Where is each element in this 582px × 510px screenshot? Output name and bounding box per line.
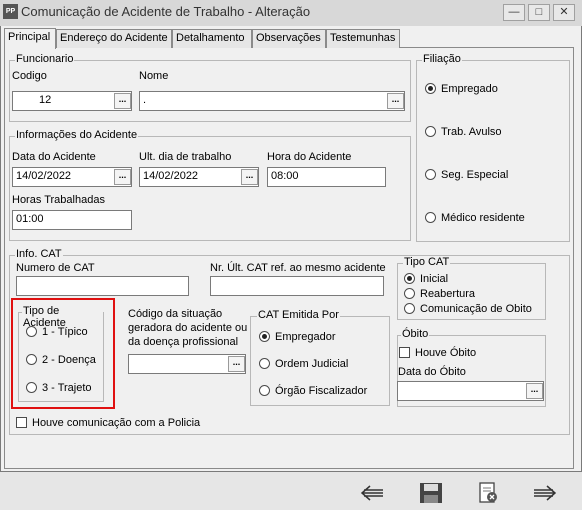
acidente-group-label: Informações do Acidente [15,129,139,141]
tipo-cat-reabertura-radio[interactable] [404,288,415,299]
tipo-acidente-doenca-label: 2 - Doença [42,354,96,366]
policia-label: Houve comunicação com a Policia [32,417,201,429]
hora-acidente-input[interactable]: 08:00 [267,167,386,187]
previous-arrow-icon[interactable] [358,482,386,504]
ult-dia-picker-button[interactable]: ... [241,169,258,185]
filiacao-group-label: Filiação [422,53,462,65]
tipo-acidente-tipico-label: 1 - Típico [42,326,88,338]
ult-dia-label: Ult. dia de trabalho [139,151,232,163]
codigo-situacao-label-1: Código da situação [128,308,223,320]
codigo-lookup-button[interactable]: ... [114,93,131,109]
tab-detalhamento[interactable]: Detalhamento [172,29,252,48]
tab-principal[interactable]: Principal [4,28,56,49]
nome-label: Nome [139,70,169,82]
numero-cat-input[interactable] [16,276,189,296]
codigo-situacao-label-2: geradora do acidente ou [128,322,248,334]
data-acidente-picker-button[interactable]: ... [114,169,131,185]
tipo-acidente-doenca-radio[interactable] [26,354,37,365]
filiacao-medico-residente-label: Médico residente [441,212,525,224]
tab-testemunhas[interactable]: Testemunhas [326,29,400,48]
houve-obito-checkbox[interactable] [399,347,410,358]
hora-acidente-label: Hora do Acidente [267,151,352,163]
filiacao-trab-avulso-label: Trab. Avulso [441,126,502,138]
filiacao-empregado-label: Empregado [441,83,498,95]
emitida-empregador-radio[interactable] [259,331,270,342]
codigo-situacao-lookup-button[interactable]: ... [228,356,245,372]
app-icon: PP [3,4,18,19]
next-arrow-icon[interactable] [531,482,559,504]
codigo-situacao-label-3: da doença profissional [128,336,239,348]
info-cat-group-label: Info. CAT [15,248,63,260]
filiacao-empregado-radio[interactable] [425,83,436,94]
tipo-acidente-trajeto-radio[interactable] [26,382,37,393]
funcionario-group-label: Funcionario [15,53,75,65]
data-acidente-label: Data do Acidente [12,151,96,163]
emitida-empregador-label: Empregador [275,331,336,343]
filiacao-trab-avulso-radio[interactable] [425,126,436,137]
nome-lookup-button[interactable]: ... [387,93,404,109]
minimize-button[interactable]: — [503,4,525,21]
nr-ult-cat-label: Nr. Últ. CAT ref. ao mesmo acidente [210,262,386,274]
filiacao-medico-residente-radio[interactable] [425,212,436,223]
filiacao-seg-especial-label: Seg. Especial [441,169,509,181]
tab-endereco-acidente[interactable]: Endereço do Acidente [56,29,172,48]
obito-group-label: Óbito [401,328,430,340]
policia-checkbox[interactable] [16,417,27,428]
tab-observacoes[interactable]: Observações [252,29,326,48]
emitida-ordem-judicial-label: Ordem Judicial [275,358,349,370]
nr-ult-cat-input[interactable] [210,276,384,296]
houve-obito-label: Houve Óbito [415,347,477,359]
tipo-cat-obito-label: Comunicação de Obito [420,303,532,315]
tipo-cat-inicial-radio[interactable] [404,273,415,284]
numero-cat-label: Numero de CAT [16,262,95,274]
tipo-cat-reabertura-label: Reabertura [420,288,476,300]
codigo-label: Codigo [12,70,47,82]
close-button[interactable]: ✕ [553,4,575,21]
data-obito-label: Data do Óbito [398,366,466,378]
horas-trabalhadas-label: Horas Trabalhadas [12,194,105,206]
tipo-acidente-trajeto-label: 3 - Trajeto [42,382,92,394]
tipo-cat-group-label: Tipo CAT [403,256,451,268]
cancel-document-icon[interactable] [474,482,502,504]
tipo-cat-inicial-label: Inicial [420,273,449,285]
save-icon[interactable] [417,482,445,504]
window-title: Comunicação de Acidente de Trabalho - Al… [21,4,311,19]
nome-input[interactable]: . [139,91,405,111]
emitida-ordem-judicial-radio[interactable] [259,358,270,369]
maximize-button[interactable]: □ [528,4,550,21]
tipo-acidente-tipico-radio[interactable] [26,326,37,337]
data-obito-picker-button[interactable]: ... [526,383,543,399]
emitida-orgao-fiscalizador-label: Órgão Fiscalizador [275,385,368,397]
data-obito-input[interactable] [397,381,544,401]
horas-trabalhadas-input[interactable]: 01:00 [12,210,132,230]
cat-emitida-group-label: CAT Emitida Por [257,309,340,321]
emitida-orgao-fiscalizador-radio[interactable] [259,385,270,396]
filiacao-seg-especial-radio[interactable] [425,169,436,180]
tipo-cat-obito-radio[interactable] [404,303,415,314]
